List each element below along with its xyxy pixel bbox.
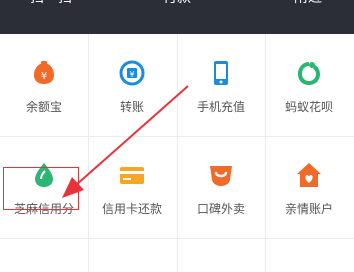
nearby-button[interactable]: 附近 — [294, 0, 322, 8]
koubei-takeout-icon — [206, 160, 236, 190]
grid-item-label: 余额宝 — [25, 100, 62, 114]
grid-item-label: 蚂蚁花呗 — [284, 100, 333, 114]
service-grid: ¥ 余额宝 ¥ 转账 手机充值 蚂蚁花呗 芝麻信用分 信用卡还款 口碑外卖 亲情… — [0, 34, 354, 272]
family-account-icon — [294, 160, 324, 190]
grid-item-yuebao[interactable]: ¥ 余额宝 — [0, 34, 88, 136]
grid-item-koubei-takeout[interactable]: 口碑外卖 — [177, 136, 265, 238]
grid-item-transfer[interactable]: ¥ 转账 — [88, 34, 176, 136]
grid-item-phone-recharge[interactable]: 手机充值 — [177, 34, 265, 136]
grid-item-label: 口碑外卖 — [196, 202, 245, 216]
svg-text:¥: ¥ — [129, 70, 134, 79]
grid-item-label: 亲情账户 — [284, 202, 333, 216]
huabei-icon — [294, 58, 324, 88]
yuebao-icon: ¥ — [29, 58, 59, 88]
svg-text:¥: ¥ — [41, 71, 47, 82]
scan-button[interactable]: 扫一扫 — [30, 0, 72, 8]
top-toolbar: 扫一扫 付款 附近 — [0, 0, 354, 34]
grid-item-label: 信用卡还款 — [101, 202, 162, 216]
grid-item-credit-card-repay[interactable]: 信用卡还款 — [88, 136, 176, 238]
grid-item-label: 转账 — [119, 100, 144, 114]
grid-item-huabei[interactable]: 蚂蚁花呗 — [265, 34, 353, 136]
grid-item-family-account[interactable]: 亲情账户 — [265, 136, 353, 238]
credit-card-repay-icon — [117, 160, 147, 190]
pay-button[interactable]: 付款 — [163, 0, 191, 8]
grid-divider — [0, 238, 354, 239]
phone-recharge-icon — [206, 58, 236, 88]
transfer-icon: ¥ — [117, 58, 147, 88]
grid-item-label: 手机充值 — [196, 100, 245, 114]
highlight-box — [3, 167, 79, 210]
